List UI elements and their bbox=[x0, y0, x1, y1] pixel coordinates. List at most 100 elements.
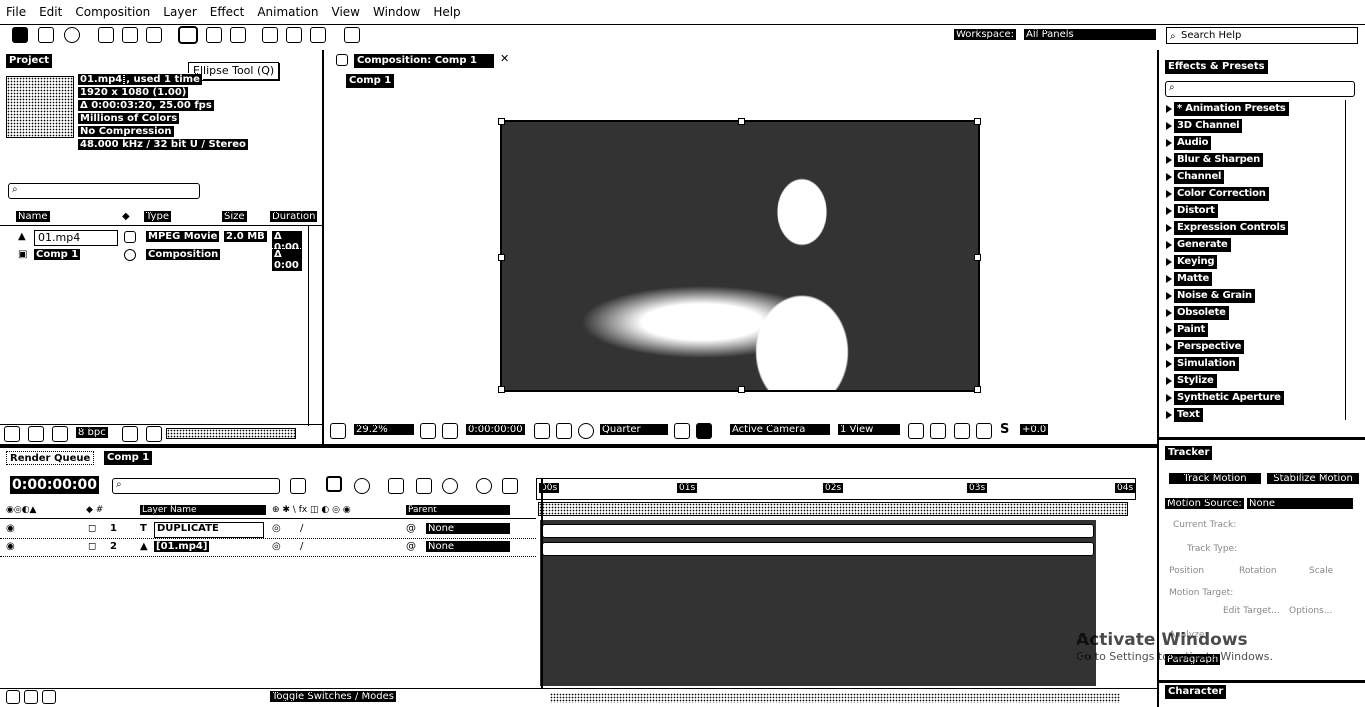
visibility-icon[interactable]: ◉ bbox=[6, 523, 15, 534]
effects-category-item[interactable]: Channel bbox=[1166, 170, 1225, 184]
frame-blending-icon[interactable] bbox=[416, 478, 432, 494]
tab-composition[interactable]: Composition: Comp 1 bbox=[354, 54, 494, 68]
current-time-indicator[interactable] bbox=[541, 478, 543, 688]
trash-icon[interactable] bbox=[122, 426, 138, 442]
disclosure-triangle-icon[interactable] bbox=[1166, 309, 1172, 317]
expand-in-out-icon[interactable] bbox=[42, 690, 56, 704]
disclosure-triangle-icon[interactable] bbox=[1166, 258, 1172, 266]
ellipse-tool-icon[interactable] bbox=[178, 26, 198, 44]
menu-layer[interactable]: Layer bbox=[163, 5, 196, 19]
current-time[interactable]: 0:00:00:00 bbox=[466, 424, 525, 435]
effects-category-item[interactable]: Matte bbox=[1166, 272, 1213, 286]
parent-select[interactable]: None bbox=[426, 523, 510, 534]
disclosure-triangle-icon[interactable] bbox=[1166, 326, 1172, 334]
menu-composition[interactable]: Composition bbox=[75, 5, 150, 19]
disclosure-triangle-icon[interactable] bbox=[1166, 105, 1172, 113]
disclosure-triangle-icon[interactable] bbox=[1166, 411, 1172, 419]
view-layout-select[interactable]: 1 View bbox=[838, 424, 900, 435]
quality-icon[interactable]: / bbox=[300, 523, 303, 534]
zoom-tool-icon[interactable] bbox=[64, 27, 80, 43]
zoom-slider[interactable] bbox=[550, 693, 1120, 703]
camera-tool-icon[interactable] bbox=[122, 27, 138, 43]
lock-icon[interactable]: ◻ bbox=[88, 541, 96, 552]
time-ruler[interactable]: 00s 01s 02s 03s 04s bbox=[536, 478, 1136, 500]
table-row[interactable]: ◉ ◻ 1 T DUPLICATE ◎ / @ None bbox=[0, 522, 536, 539]
work-area-bar[interactable] bbox=[538, 502, 1128, 516]
camera-select[interactable]: Active Camera bbox=[730, 424, 830, 435]
toggle-switches-modes-button[interactable]: Toggle Switches / Modes bbox=[270, 691, 396, 702]
effects-category-item[interactable]: Obsolete bbox=[1166, 306, 1229, 320]
disclosure-triangle-icon[interactable] bbox=[1166, 377, 1172, 385]
table-row[interactable]: ▣ Comp 1 Composition Δ 0:00 bbox=[0, 248, 322, 272]
menu-view[interactable]: View bbox=[332, 5, 360, 19]
graph-editor-icon[interactable] bbox=[476, 478, 492, 494]
layer-duration-bar[interactable] bbox=[542, 524, 1094, 538]
tab-effects-presets[interactable]: Effects & Presets bbox=[1165, 60, 1268, 74]
col-size[interactable]: Size bbox=[222, 211, 247, 222]
tab-tracker[interactable]: Tracker bbox=[1165, 446, 1213, 460]
effects-category-item[interactable]: Audio bbox=[1166, 136, 1212, 150]
row-name-field[interactable]: 01.mp4 bbox=[34, 230, 118, 246]
layer-name[interactable]: [01.mp4] bbox=[152, 540, 211, 553]
resolution-select[interactable]: Quarter bbox=[600, 424, 668, 435]
bit-depth[interactable]: 8 bpc bbox=[76, 427, 108, 438]
menu-effect[interactable]: Effect bbox=[210, 5, 245, 19]
fast-previews-icon[interactable] bbox=[930, 423, 946, 439]
scroll-left-icon[interactable] bbox=[146, 426, 162, 442]
effects-category-item[interactable]: * Animation Presets bbox=[1166, 102, 1289, 116]
new-composition-icon[interactable] bbox=[52, 426, 68, 442]
pickwhip-icon[interactable]: @ bbox=[406, 523, 416, 534]
disclosure-triangle-icon[interactable] bbox=[1166, 190, 1172, 198]
exposure-value[interactable]: +0.0 bbox=[1020, 424, 1049, 435]
hide-shy-layers-icon[interactable] bbox=[388, 478, 404, 494]
rotate-tool-icon[interactable] bbox=[98, 27, 114, 43]
track-motion-button[interactable]: Track Motion bbox=[1169, 473, 1261, 484]
snapshot-icon[interactable] bbox=[534, 423, 550, 439]
pan-behind-tool-icon[interactable] bbox=[146, 27, 162, 43]
expand-switches-icon[interactable] bbox=[6, 690, 20, 704]
switch-icon[interactable]: ◎ bbox=[272, 523, 281, 534]
project-search-input[interactable]: ⌕ bbox=[8, 183, 200, 199]
live-update-icon[interactable] bbox=[326, 476, 342, 492]
disclosure-triangle-icon[interactable] bbox=[1166, 292, 1172, 300]
effects-category-item[interactable]: Color Correction bbox=[1166, 187, 1269, 201]
color-channel-icon[interactable] bbox=[578, 423, 594, 439]
close-icon[interactable]: ✕ bbox=[500, 52, 509, 65]
col-duration[interactable]: Duration bbox=[270, 211, 318, 222]
tab-render-queue[interactable]: Render Queue bbox=[6, 451, 95, 465]
tab-project[interactable]: Project bbox=[6, 54, 53, 68]
puppet-tool-icon[interactable] bbox=[344, 27, 360, 43]
timeline-timecode[interactable]: 0:00:00:00 bbox=[9, 475, 100, 495]
col-type[interactable]: Type bbox=[144, 211, 171, 222]
effects-category-item[interactable]: Blur & Sharpen bbox=[1166, 153, 1264, 167]
parent-select[interactable]: None bbox=[426, 541, 510, 552]
region-of-interest-icon[interactable] bbox=[674, 423, 690, 439]
comp-frame[interactable] bbox=[498, 118, 981, 393]
brush-tool-icon[interactable] bbox=[262, 27, 278, 43]
hand-tool-icon[interactable] bbox=[38, 27, 54, 43]
show-snapshot-icon[interactable] bbox=[556, 423, 572, 439]
motion-source-select[interactable]: None bbox=[1247, 498, 1353, 509]
flowchart-icon[interactable] bbox=[976, 423, 992, 439]
stabilize-motion-button[interactable]: Stabilize Motion bbox=[1267, 473, 1359, 484]
lock-icon[interactable] bbox=[336, 54, 348, 66]
search-help-field[interactable]: ⌕ Search Help bbox=[1166, 27, 1358, 44]
transparency-grid-icon[interactable] bbox=[696, 423, 712, 439]
effects-search-input[interactable]: ⌕ bbox=[1165, 81, 1355, 97]
effects-category-item[interactable]: Perspective bbox=[1166, 340, 1245, 354]
effects-category-item[interactable]: Text bbox=[1166, 408, 1203, 422]
expand-modes-icon[interactable] bbox=[24, 690, 38, 704]
disclosure-triangle-icon[interactable] bbox=[1166, 241, 1172, 249]
layer-duration-bar[interactable] bbox=[542, 542, 1094, 556]
workspace-select[interactable]: All Panels bbox=[1024, 29, 1156, 40]
effects-category-item[interactable]: Stylize bbox=[1166, 374, 1217, 388]
menu-edit[interactable]: Edit bbox=[39, 5, 62, 19]
rotation-checkbox[interactable]: Rotation bbox=[1239, 566, 1277, 576]
effects-category-item[interactable]: Generate bbox=[1166, 238, 1231, 252]
effects-category-item[interactable]: Simulation bbox=[1166, 357, 1239, 371]
switch-icon[interactable]: ◎ bbox=[272, 541, 281, 552]
visibility-icon[interactable]: ◉ bbox=[6, 541, 15, 552]
disclosure-triangle-icon[interactable] bbox=[1166, 343, 1172, 351]
lock-icon[interactable]: ◻ bbox=[88, 523, 96, 534]
grid-icon[interactable] bbox=[442, 423, 458, 439]
